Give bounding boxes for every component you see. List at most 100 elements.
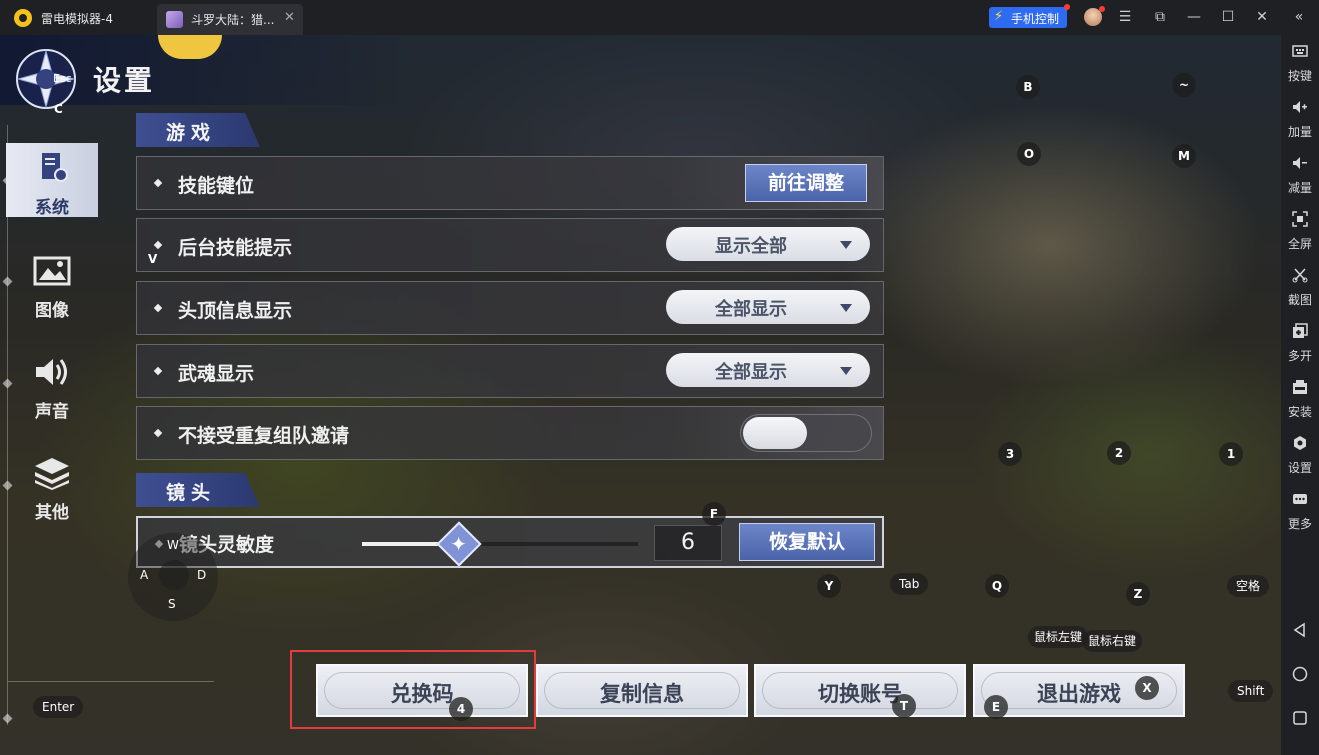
toolbar-install-apk[interactable]: 安装 <box>1281 375 1319 425</box>
volume-up-icon <box>1293 101 1307 113</box>
minimize-icon[interactable]: — <box>1185 8 1203 26</box>
toolbar-label: 截图 <box>1287 293 1312 307</box>
section-header-camera: 镜头 <box>136 473 260 507</box>
setting-label: 后台技能提示 <box>178 237 293 259</box>
maximize-icon[interactable]: ☐ <box>1219 8 1237 26</box>
key-hint-d: D <box>197 568 207 582</box>
key-hint-w: W <box>167 538 179 552</box>
dropdown-value: 全部显示 <box>715 362 787 383</box>
star-icon: ✦ <box>450 532 467 556</box>
game-tab[interactable]: 斗罗大陆：猎... ✕ <box>157 4 303 35</box>
toolbar-label: 减量 <box>1287 181 1312 195</box>
document-gear-icon <box>42 153 68 182</box>
setting-row-no-repeat-invite: 不接受重复组队邀请 <box>136 406 884 460</box>
camera-sensitivity-value[interactable]: 6 <box>654 525 722 561</box>
key-hint-q: Q <box>985 574 1009 598</box>
key-hint-v: V <box>148 252 158 266</box>
joystick-center <box>159 560 189 590</box>
key-hint-z: Z <box>1126 582 1150 606</box>
phone-control-button[interactable]: ⚡ 手机控制 <box>989 4 1070 28</box>
multi-instance-icon <box>1293 323 1308 338</box>
menu-icon[interactable]: ☰ <box>1116 8 1134 26</box>
home-icon[interactable] <box>1292 666 1308 682</box>
dropdown-value: 显示全部 <box>715 236 787 257</box>
nav-system[interactable]: 系统 <box>6 143 98 218</box>
restore-default-button[interactable]: 恢复默认 <box>739 523 875 561</box>
toolbar-volume-down[interactable]: 减量 <box>1281 151 1319 201</box>
toolbar-fullscreen[interactable]: 全屏 <box>1281 207 1319 257</box>
toolbar-screenshot[interactable]: 截图 <box>1281 263 1319 313</box>
toolbar-settings[interactable]: 设置 <box>1281 431 1319 481</box>
nav-label: 系统 <box>35 198 69 218</box>
toolbar-label: 按键 <box>1287 69 1312 83</box>
button-label: 复制信息 <box>600 681 684 706</box>
emulator-titlebar: 雷电模拟器-4 斗罗大陆：猎... ✕ ⚡ 手机控制 ☰ ⧉ — ☐ ✕ « <box>0 0 1319 35</box>
close-window-icon[interactable]: ✕ <box>1253 8 1271 26</box>
camera-sensitivity-slider[interactable]: ✦ <box>362 521 638 567</box>
key-hint-a: A <box>140 568 149 582</box>
toolbar-keymap[interactable]: 按键 <box>1281 39 1319 89</box>
setting-label: 技能键位 <box>178 175 255 197</box>
emulator-logo-icon <box>14 9 32 27</box>
nav-other[interactable]: 其他 <box>6 448 98 523</box>
volume-down-icon <box>1293 157 1307 169</box>
toolbar-label: 更多 <box>1287 517 1312 531</box>
no-repeat-invite-toggle[interactable] <box>740 414 872 452</box>
toolbar-more[interactable]: 更多 <box>1281 487 1319 537</box>
emulator-toolbar: 按键 加量 减量 全屏 截图 多开 安装 设置 更多 <box>1281 35 1319 755</box>
page-title: 设置 <box>93 64 156 97</box>
pin-window-icon[interactable]: ⧉ <box>1151 8 1169 26</box>
caret-down-icon <box>840 367 852 375</box>
key-hint-tab: Tab <box>890 573 929 595</box>
section-title: 游戏 <box>166 122 217 144</box>
setting-row-skill-keys: 技能键位 前往调整 <box>136 156 884 210</box>
collapse-sidebar-icon[interactable]: « <box>1290 8 1308 26</box>
speaker-icon <box>36 359 67 385</box>
wuhun-dropdown[interactable]: 全部显示 <box>666 353 870 387</box>
caret-down-icon <box>840 304 852 312</box>
key-hint-y: Y <box>817 574 841 598</box>
close-tab-icon[interactable]: ✕ <box>284 10 295 25</box>
key-hint-m: M <box>1172 144 1196 168</box>
key-hint-e: E <box>984 695 1008 719</box>
game-app-icon <box>166 11 183 28</box>
toolbar-volume-up[interactable]: 加量 <box>1281 95 1319 145</box>
key-hint-mouse-left: 鼠标左键 <box>1028 626 1089 648</box>
key-hint-3: 3 <box>998 442 1022 466</box>
switch-account-button[interactable]: 切换账号 <box>754 664 966 717</box>
nav-label: 其他 <box>35 503 69 523</box>
avatar-notification-dot <box>1099 6 1105 12</box>
key-hint-1: 1 <box>1219 442 1243 466</box>
game-viewport: 设置 系统 图像 声音 其他 游戏 技能键位 前往调整 后台技能提示 显示全部 … <box>0 35 1281 755</box>
toolbar-label: 加量 <box>1287 125 1312 139</box>
setting-label: 不接受重复组队邀请 <box>178 425 350 447</box>
copy-info-button[interactable]: 复制信息 <box>536 664 748 717</box>
toggle-knob <box>743 417 807 449</box>
scissors-icon <box>1292 268 1308 283</box>
recents-icon[interactable] <box>1292 710 1308 726</box>
section-title: 镜头 <box>166 482 217 504</box>
key-hint-2: 2 <box>1107 441 1131 465</box>
keyboard-icon <box>1292 45 1308 57</box>
go-adjust-button[interactable]: 前往调整 <box>745 164 867 202</box>
key-hint-f: F <box>702 502 726 526</box>
back-icon[interactable] <box>1292 622 1308 638</box>
nav-label: 声音 <box>35 402 69 422</box>
setting-row-camera-sensitivity: 镜头灵敏度 ✦ 6 恢复默认 <box>136 516 884 568</box>
head-info-dropdown[interactable]: 全部显示 <box>666 290 870 324</box>
toolbar-multi-instance[interactable]: 多开 <box>1281 319 1319 369</box>
setting-label: 武魂显示 <box>178 363 255 385</box>
key-hint-t: T <box>892 694 916 718</box>
apk-icon <box>1293 380 1307 394</box>
button-label: 切换账号 <box>818 681 902 706</box>
toolbar-label: 全屏 <box>1287 237 1312 251</box>
lightning-icon: ⚡ <box>994 9 1004 24</box>
key-hint-c: C <box>54 102 63 116</box>
bg-skill-tip-dropdown[interactable]: 显示全部 <box>666 227 870 261</box>
selection-highlight <box>290 650 536 729</box>
setting-row-wuhun: 武魂显示 全部显示 <box>136 344 884 398</box>
key-hint-enter: Enter <box>33 696 84 718</box>
setting-row-head-info: 头顶信息显示 全部显示 <box>136 281 884 335</box>
nav-sound[interactable]: 声音 <box>6 347 98 422</box>
nav-image[interactable]: 图像 <box>6 246 98 321</box>
